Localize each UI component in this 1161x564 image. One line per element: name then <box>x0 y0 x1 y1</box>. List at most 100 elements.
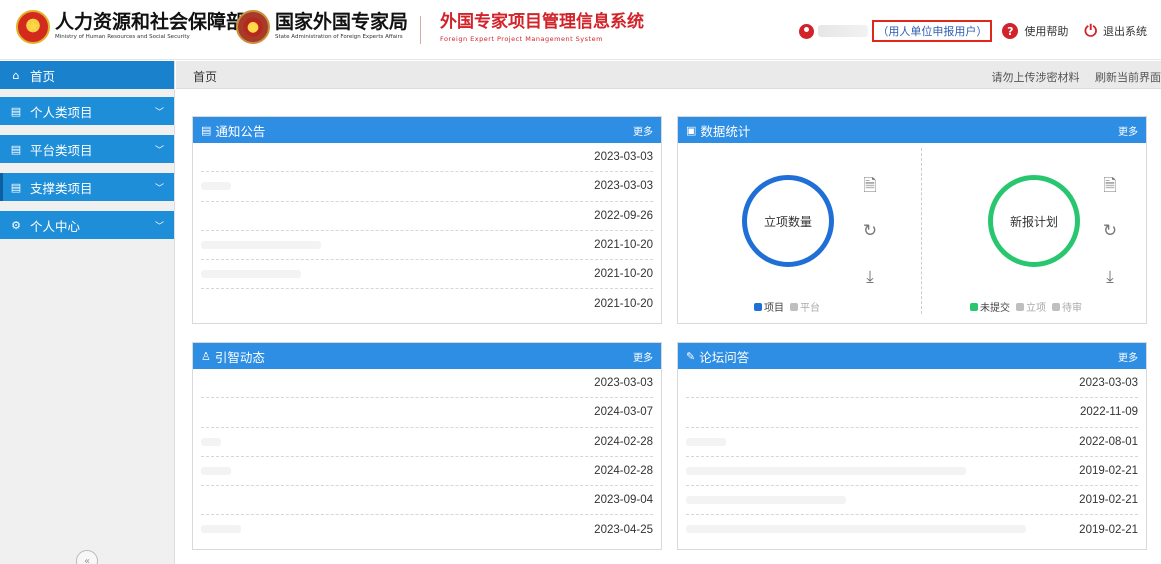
list-item[interactable]: 2021-10-20 <box>201 289 653 318</box>
help-link[interactable]: 使用帮助 <box>1024 23 1068 39</box>
security-notice: 请勿上传涉密材料 <box>991 71 1080 84</box>
list-item[interactable]: 2023-03-03 <box>201 172 653 202</box>
legend-item: 项目 <box>764 303 784 314</box>
list-item[interactable]: 2024-02-28 <box>201 428 653 457</box>
sidebar-item-personal-projects[interactable]: ▤ 个人类项目 ﹀ <box>0 97 174 125</box>
ring-label: 新报计划 <box>1009 214 1058 229</box>
stats-body: 立项数量 🗎 ↻ ⤓ 项目 平台 新报计划 🗎 ↻ ⤓ 未提交 立项 待审 <box>678 143 1146 319</box>
item-date: 2023-03-03 <box>594 180 653 193</box>
refresh-icon[interactable]: ↻ <box>1100 221 1120 241</box>
list-item[interactable]: 2022-09-26 <box>201 202 653 231</box>
app-header: ★ 人力资源和社会保障部 Ministry of Human Resources… <box>0 0 1161 60</box>
more-link[interactable]: 更多 <box>633 349 653 364</box>
list-item[interactable]: 2023-03-03 <box>201 143 653 173</box>
panel-title: 论坛问答 <box>699 349 750 365</box>
project-count-ring: 立项数量 <box>742 175 834 267</box>
more-link[interactable]: 更多 <box>633 123 653 138</box>
org2-name-en: State Administration of Foreign Experts … <box>275 34 403 41</box>
item-date: 2024-03-07 <box>594 406 653 419</box>
item-date: 2024-02-28 <box>594 465 653 478</box>
item-date: 2019-02-21 <box>1079 465 1138 478</box>
download-icon[interactable]: ⤓ <box>1100 267 1120 287</box>
sidebar-item-home[interactable]: ⌂ 首页 <box>0 61 174 89</box>
document-icon: ▤ <box>201 123 212 137</box>
home-icon: ⌂ <box>12 68 20 82</box>
item-date: 2023-03-03 <box>594 377 653 390</box>
list-item[interactable]: 2023-03-03 <box>201 369 653 399</box>
list-item[interactable]: 2022-08-01 <box>686 428 1138 457</box>
safea-logo: ● 国家外国专家局 State Administration of Foreig… <box>236 10 408 44</box>
org1-name-en: Ministry of Human Resources and Social S… <box>55 34 190 41</box>
list-item[interactable]: 2023-03-03 <box>686 369 1138 399</box>
mohrss-logo: ★ 人力资源和社会保障部 Ministry of Human Resources… <box>16 10 245 44</box>
calendar-icon: ▤ <box>10 104 22 118</box>
logout-link[interactable]: 退出系统 <box>1103 23 1147 39</box>
chart-icon: ▣ <box>686 123 697 137</box>
collapse-sidebar-icon[interactable]: « <box>76 550 98 564</box>
stats-panel: ▣ 数据统计 更多 立项数量 🗎 ↻ ⤓ 项目 平台 新报计划 🗎 ↻ ⤓ 未提… <box>677 116 1147 324</box>
panel-title: 通知公告 <box>215 123 266 139</box>
list-item[interactable]: 2024-02-28 <box>201 457 653 487</box>
plan-legend: 未提交 立项 待审 <box>970 299 1088 314</box>
legend-item: 待审 <box>1062 303 1082 314</box>
sidebar-item-personal-center[interactable]: ⚙ 个人中心 ﹀ <box>0 211 174 239</box>
item-date: 2023-09-04 <box>594 494 653 507</box>
item-date: 2023-04-25 <box>594 524 653 537</box>
item-date: 2023-03-03 <box>1079 377 1138 390</box>
list-item[interactable]: 2019-02-21 <box>686 515 1138 544</box>
help-icon[interactable]: ? <box>1002 23 1019 39</box>
refresh-link[interactable]: 刷新当前界面 <box>1095 71 1161 84</box>
list-item[interactable]: 2022-11-09 <box>686 398 1138 428</box>
list-item[interactable]: 2024-03-07 <box>201 398 653 428</box>
settings-icon: ⚙ <box>11 218 21 232</box>
sidebar-item-label: 首页 <box>30 68 56 84</box>
item-date: 2019-02-21 <box>1079 524 1138 537</box>
list-item[interactable]: 2023-09-04 <box>201 486 653 516</box>
talent-news-panel: ♙ 引智动态 更多 2023-03-03 2024-03-07 2024-02-… <box>192 342 662 550</box>
item-date: 2022-11-09 <box>1080 406 1138 419</box>
legend-item: 立项 <box>1026 303 1046 314</box>
power-icon[interactable]: ⏻ <box>1084 23 1097 39</box>
announcements-panel: ▤ 通知公告 更多 2023-03-03 2023-03-03 2022-09-… <box>192 116 662 324</box>
safea-seal-icon: ● <box>236 10 270 44</box>
refresh-icon[interactable]: ↻ <box>860 221 880 241</box>
more-link[interactable]: 更多 <box>1118 123 1138 138</box>
stats-divider <box>921 148 922 314</box>
breadcrumb-actions: 请勿上传涉密材料 刷新当前界面 <box>980 69 1161 85</box>
org1-name: 人力资源和社会保障部 <box>55 11 246 34</box>
more-link[interactable]: 更多 <box>1118 349 1138 364</box>
panel-header: ♙ 引智动态 更多 <box>193 343 661 369</box>
user-role-label: （用人单位申报用户） <box>872 20 993 42</box>
item-date: 2022-09-26 <box>594 209 653 222</box>
user-icon[interactable] <box>799 23 815 39</box>
project-legend: 项目 平台 <box>754 299 826 314</box>
system-title: 外国专家项目管理信息系统 Foreign Expert Project Mana… <box>440 14 644 44</box>
panel-header: ▣ 数据统计 更多 <box>678 117 1146 143</box>
list-item[interactable]: 2019-02-21 <box>686 486 1138 516</box>
calendar-icon: ▤ <box>10 142 22 156</box>
people-icon: ♙ <box>201 349 211 363</box>
document-icon[interactable]: 🗎 <box>860 173 880 202</box>
list-item[interactable]: 2023-04-25 <box>201 515 653 544</box>
legend-item: 未提交 <box>980 303 1010 314</box>
national-emblem-icon: ★ <box>16 10 50 44</box>
download-icon[interactable]: ⤓ <box>860 267 880 287</box>
document-icon[interactable]: 🗎 <box>1100 173 1120 202</box>
sidebar-item-label: 平台类项目 <box>30 142 93 158</box>
chevron-down-icon: ﹀ <box>154 222 164 232</box>
legend-item: 平台 <box>800 303 820 314</box>
item-date: 2019-02-21 <box>1079 494 1138 507</box>
sidebar-item-label: 个人类项目 <box>30 104 93 120</box>
sidebar-item-label: 支撑类项目 <box>30 180 93 196</box>
system-title-en: Foreign Expert Project Management System <box>440 35 603 43</box>
panel-title: 引智动态 <box>214 349 265 365</box>
breadcrumb: 首页 请勿上传涉密材料 刷新当前界面 <box>176 61 1161 89</box>
list-item[interactable]: 2021-10-20 <box>201 231 653 261</box>
sidebar: ⌂ 首页 ▤ 个人类项目 ﹀ ▤ 平台类项目 ﹀ ▤ 支撑类项目 ﹀ ⚙ 个人中… <box>0 61 175 564</box>
sidebar-item-platform-projects[interactable]: ▤ 平台类项目 ﹀ <box>0 135 174 163</box>
sidebar-item-support-projects[interactable]: ▤ 支撑类项目 ﹀ <box>0 173 174 201</box>
chevron-down-icon: ﹀ <box>154 108 164 118</box>
list-item[interactable]: 2019-02-21 <box>686 457 1138 487</box>
list-item[interactable]: 2021-10-20 <box>201 260 653 290</box>
calendar-icon: ▤ <box>10 180 22 194</box>
